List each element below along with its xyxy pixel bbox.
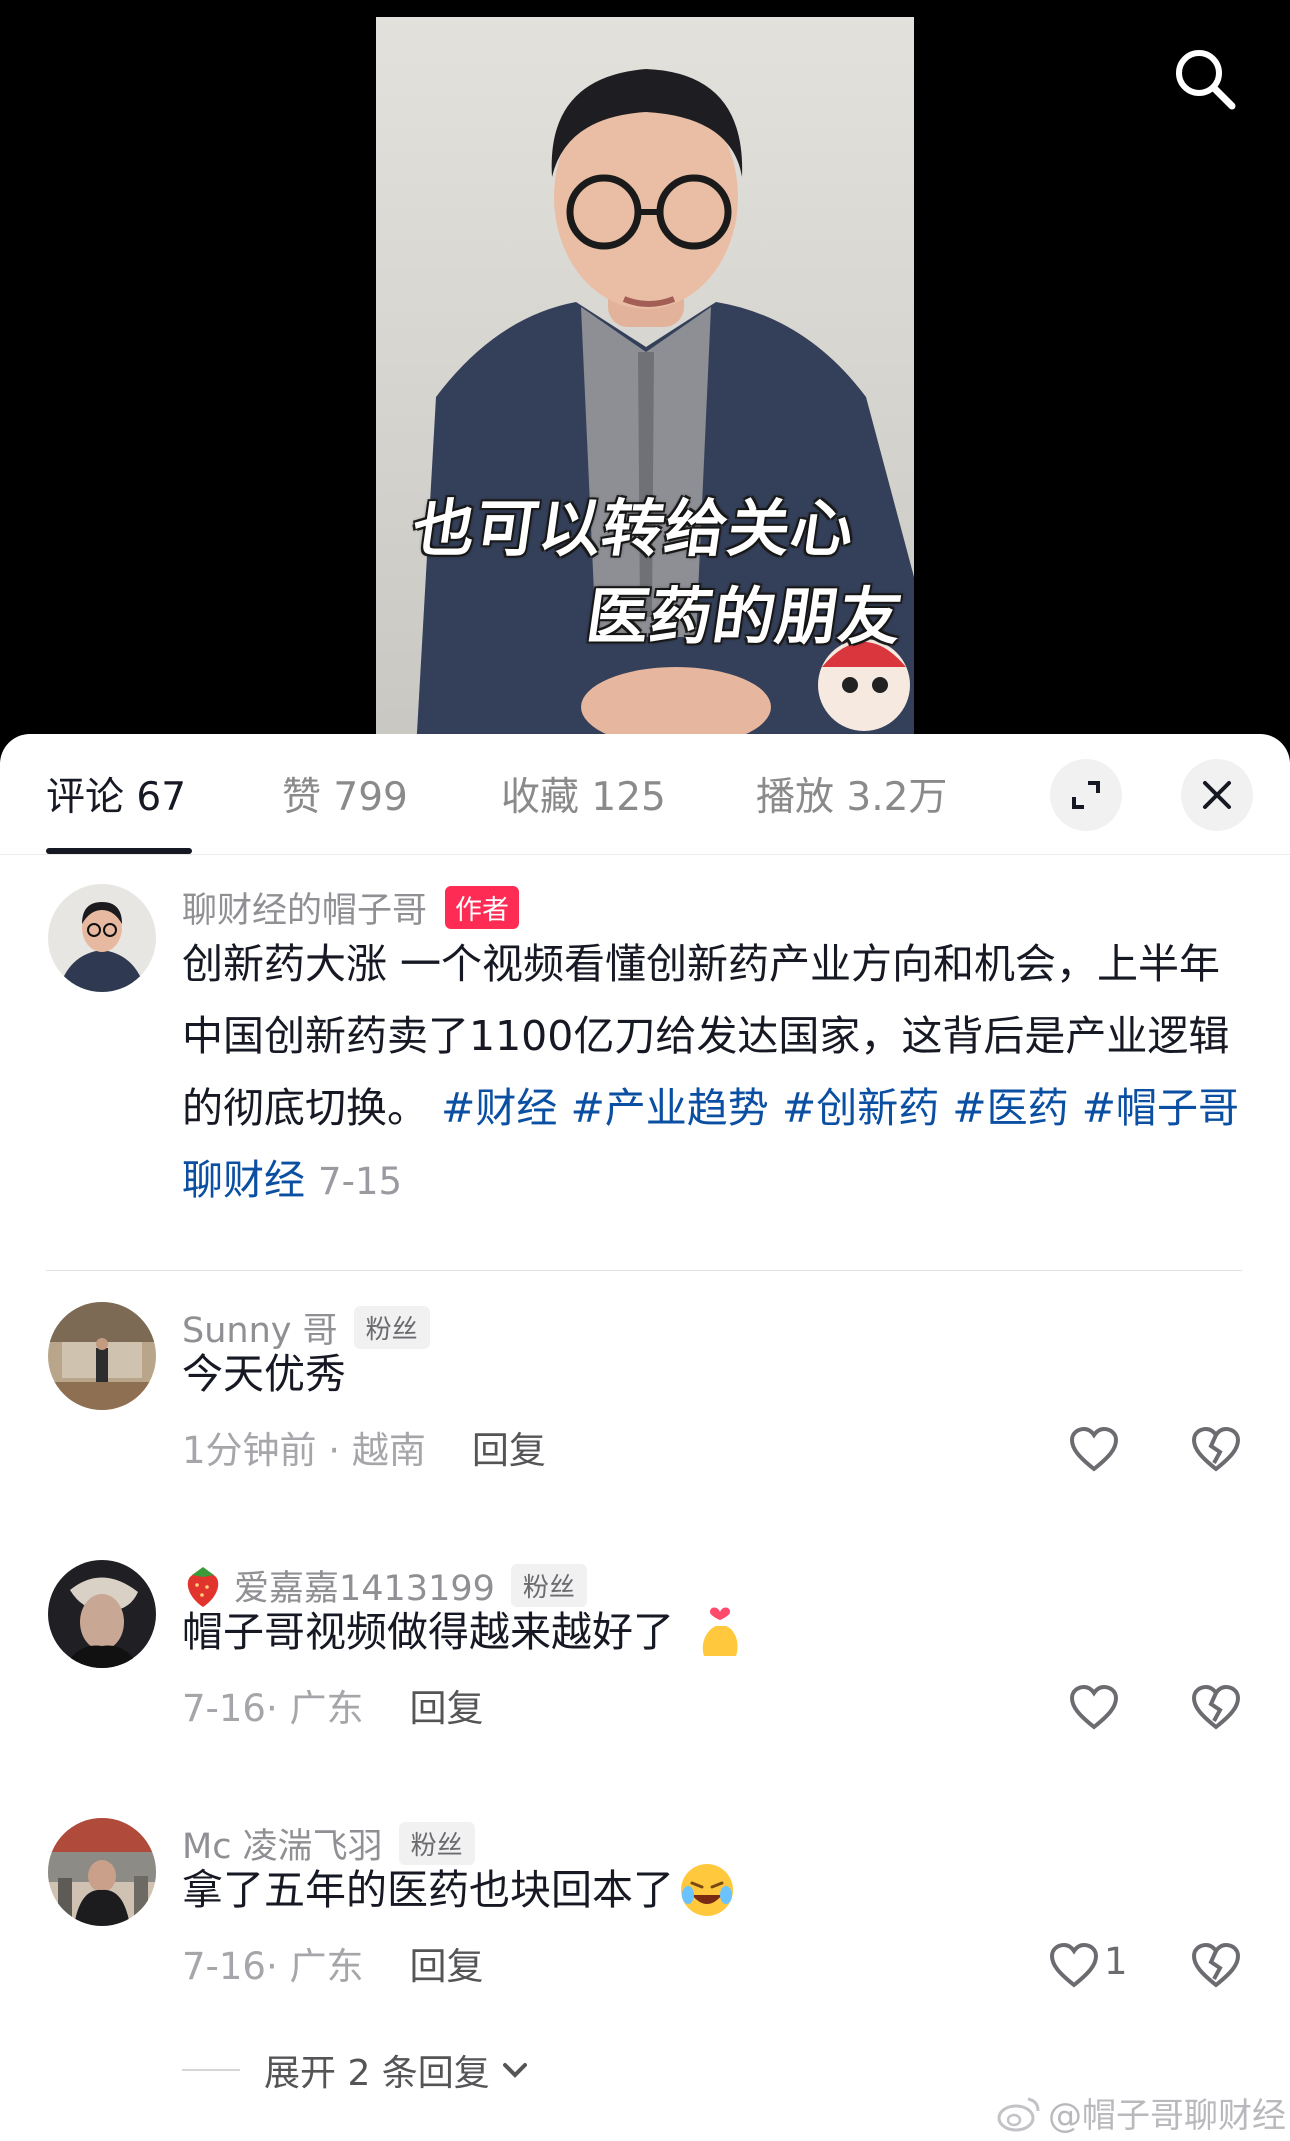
comment-text: 帽子哥视频做得越来越好了 bbox=[182, 1608, 674, 1656]
expand-replies-button[interactable]: 展开 2 条回复 bbox=[182, 2044, 530, 2096]
expand-button[interactable] bbox=[1050, 759, 1122, 831]
reply-button[interactable]: 回复 bbox=[472, 1420, 546, 1474]
comment-meta-row: 1分钟前 · 越南 回复 bbox=[182, 1420, 546, 1474]
search-button[interactable] bbox=[1172, 46, 1238, 112]
video-caption-line1: 也可以转给关心 bbox=[408, 492, 860, 565]
comment-meta-row: 7-16· 广东 回复 bbox=[182, 1678, 484, 1732]
avatar[interactable] bbox=[48, 1818, 156, 1926]
rolling-laughing-emoji-icon bbox=[681, 1864, 733, 1916]
tab-likes[interactable]: 赞 799 bbox=[282, 766, 408, 822]
tab-bar: 评论 67 赞 799 收藏 125 播放 3.2万 bbox=[0, 734, 1290, 855]
author-badge: 作者 bbox=[445, 886, 520, 929]
chevron-down-icon bbox=[502, 2063, 527, 2078]
hashtag-medicine[interactable]: #医药 bbox=[952, 1084, 1068, 1132]
close-icon bbox=[1203, 781, 1231, 809]
dislike-button[interactable] bbox=[1186, 1938, 1246, 1994]
finger-heart-emoji-icon bbox=[702, 1607, 738, 1656]
broken-heart-icon bbox=[1191, 1685, 1241, 1730]
avatar-image bbox=[48, 1302, 156, 1410]
like-button[interactable] bbox=[1064, 1680, 1124, 1736]
post-text-block: 创新药大涨 一个视频看懂创新药产业方向和机会，上半年中国创新药卖了1100亿刀给… bbox=[182, 928, 1242, 1218]
comment-text: 今天优秀 bbox=[182, 1350, 346, 1398]
author-name-row: 聊财经的帽子哥 作者 bbox=[182, 882, 520, 933]
weibo-watermark: @帽子哥聊财经 bbox=[996, 2088, 1286, 2137]
like-button[interactable] bbox=[1044, 1938, 1104, 1994]
heart-icon bbox=[1049, 1943, 1099, 1988]
tab-plays[interactable]: 播放 3.2万 bbox=[756, 766, 947, 822]
watermark-text: @帽子哥聊财经 bbox=[1048, 2096, 1286, 2136]
close-button[interactable] bbox=[1181, 759, 1253, 831]
video-player[interactable]: 也可以转给关心 医药的朋友 bbox=[0, 0, 1290, 750]
expand-line bbox=[182, 2069, 240, 2071]
post-date: 7-15 bbox=[318, 1160, 403, 1203]
comment-meta: 7-16· 广东 bbox=[182, 1945, 364, 1988]
like-button[interactable] bbox=[1064, 1422, 1124, 1478]
divider bbox=[46, 1270, 1242, 1271]
weibo-logo-icon bbox=[997, 2097, 1040, 2131]
dislike-button[interactable] bbox=[1186, 1680, 1246, 1736]
comment-meta: 7-16· 广东 bbox=[182, 1687, 364, 1730]
avatar-image bbox=[48, 1818, 156, 1926]
reply-button[interactable]: 回复 bbox=[410, 1678, 484, 1732]
like-count: 1 bbox=[1104, 1940, 1128, 1983]
tab-comments[interactable]: 评论 67 bbox=[46, 766, 186, 822]
expand-replies-label: 展开 2 条回复 bbox=[264, 2053, 490, 2094]
hashtag-innovative-drugs[interactable]: #创新药 bbox=[782, 1084, 939, 1132]
comment-text-row: 帽子哥视频做得越来越好了 bbox=[182, 1596, 744, 1668]
avatar[interactable] bbox=[48, 1560, 156, 1668]
author-avatar-image bbox=[48, 884, 156, 992]
avatar-image bbox=[48, 1560, 156, 1668]
fan-badge: 粉丝 bbox=[353, 1306, 430, 1349]
search-icon bbox=[1176, 50, 1236, 110]
hashtag-finance[interactable]: #财经 bbox=[441, 1084, 557, 1132]
comment-text-row: 拿了五年的医药也块回本了 bbox=[182, 1854, 736, 1926]
author-name[interactable]: 聊财经的帽子哥 bbox=[182, 882, 427, 933]
comment-text: 拿了五年的医药也块回本了 bbox=[182, 1866, 674, 1914]
comment-sheet: 评论 67 赞 799 收藏 125 播放 3.2万 聊财经的帽子哥 作者 创新… bbox=[0, 734, 1290, 2141]
heart-icon bbox=[1069, 1427, 1119, 1472]
avatar[interactable] bbox=[48, 884, 156, 992]
heart-icon bbox=[1069, 1685, 1119, 1730]
avatar[interactable] bbox=[48, 1302, 156, 1410]
hashtag-industry-trend[interactable]: #产业趋势 bbox=[570, 1084, 768, 1132]
active-tab-indicator bbox=[46, 848, 192, 854]
comment-meta: 1分钟前 · 越南 bbox=[182, 1429, 426, 1472]
tab-favorites[interactable]: 收藏 125 bbox=[501, 766, 666, 822]
expand-icon bbox=[1072, 781, 1100, 809]
comment-meta-row: 7-16· 广东 回复 bbox=[182, 1936, 484, 1990]
reply-button[interactable]: 回复 bbox=[410, 1936, 484, 1990]
broken-heart-icon bbox=[1191, 1943, 1241, 1988]
video-caption-line2: 医药的朋友 bbox=[582, 580, 908, 653]
dislike-button[interactable] bbox=[1186, 1422, 1246, 1478]
broken-heart-icon bbox=[1191, 1427, 1241, 1472]
